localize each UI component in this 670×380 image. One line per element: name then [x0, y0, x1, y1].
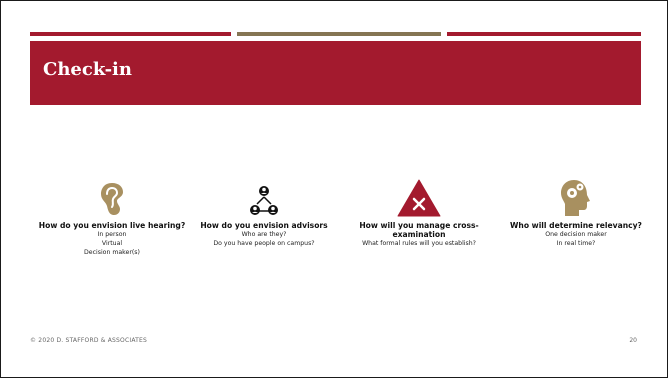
page-number: 20 — [629, 337, 637, 344]
card-question: How will you manage cross-examination — [359, 221, 479, 239]
card-line: What formal rules will you establish? — [362, 240, 476, 247]
card-line: In person — [97, 231, 127, 238]
card-line: Who are they? — [241, 231, 287, 238]
card-line: Decision maker(s) — [84, 249, 140, 256]
card-question: How do you envision live hearing? — [38, 221, 186, 230]
head-gears-icon — [501, 171, 651, 217]
slide-title: Check-in — [43, 59, 132, 80]
card-question: Who will determine relevancy? — [510, 221, 642, 230]
top-accent-bar-right — [447, 32, 641, 36]
slide: Check-in How do you envision live hearin… — [0, 0, 668, 378]
card-advisors: How do you envision advisors Who are the… — [189, 171, 339, 248]
card-relevancy: Who will determine relevancy? One decisi… — [501, 171, 651, 248]
card-cross-examination: How will you manage cross-examination Wh… — [344, 171, 494, 248]
card-line: Virtual — [101, 240, 123, 247]
card-live-hearing: How do you envision live hearing? In per… — [37, 171, 187, 257]
card-question: How do you envision advisors — [200, 221, 328, 230]
card-line: Do you have people on campus? — [213, 240, 315, 247]
top-accent-bar-left — [30, 32, 231, 36]
title-banner: Check-in — [30, 41, 641, 105]
people-network-icon — [189, 171, 339, 217]
card-line: One decision maker — [545, 231, 607, 238]
ear-icon — [37, 171, 187, 217]
top-accent-bar-middle — [237, 32, 441, 36]
card-line: In real time? — [556, 240, 596, 247]
warning-x-icon — [344, 171, 494, 217]
footer-copyright: © 2020 D. STAFFORD & ASSOCIATES — [30, 337, 148, 344]
